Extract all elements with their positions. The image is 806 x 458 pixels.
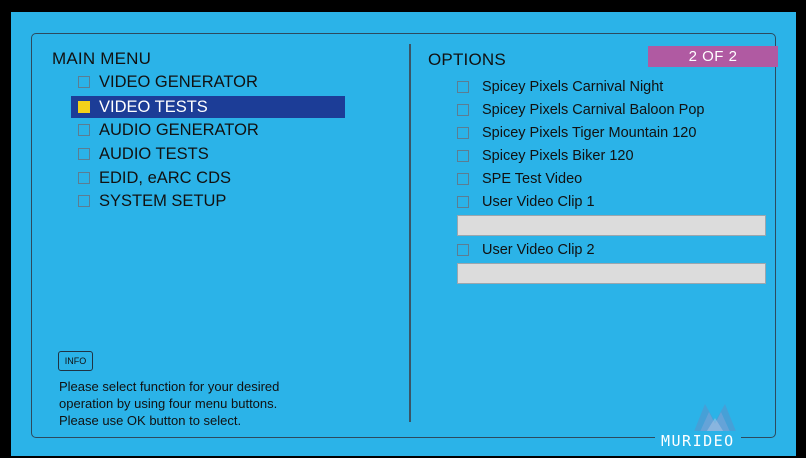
- menu-item-label: VIDEO TESTS: [99, 97, 208, 116]
- checkbox-icon: [457, 81, 469, 93]
- checkbox-icon: [78, 124, 90, 136]
- checkbox-icon: [457, 127, 469, 139]
- option-user-video-clip-1[interactable]: User Video Clip 1: [457, 192, 595, 212]
- option-user-video-clip-2[interactable]: User Video Clip 2: [457, 240, 595, 260]
- help-text-line: Please select function for your desired: [59, 379, 280, 394]
- user-video-clip-2-field[interactable]: [457, 263, 766, 284]
- info-button[interactable]: INFO: [58, 351, 93, 371]
- checkbox-icon: [457, 150, 469, 162]
- help-text-line: Please use OK button to select.: [59, 413, 242, 428]
- option-label: Spicey Pixels Carnival Night: [482, 79, 664, 95]
- menu-item-label: VIDEO GENERATOR: [99, 72, 258, 91]
- page-indicator-badge: 2 OF 2: [648, 46, 778, 67]
- options-title: OPTIONS: [428, 50, 506, 69]
- murideo-logo-icon: [693, 404, 737, 434]
- option-label: User Video Clip 2: [482, 242, 595, 258]
- menu-item-video-tests[interactable]: VIDEO TESTS: [71, 96, 345, 118]
- checkbox-icon: [78, 148, 90, 160]
- main-menu-title: MAIN MENU: [52, 49, 152, 68]
- option-label: Spicey Pixels Tiger Mountain 120: [482, 125, 697, 141]
- checkbox-icon: [78, 172, 90, 184]
- checkbox-icon: [457, 244, 469, 256]
- option-tiger-mountain-120[interactable]: Spicey Pixels Tiger Mountain 120: [457, 123, 696, 143]
- menu-item-system-setup[interactable]: SYSTEM SETUP: [71, 190, 345, 212]
- menu-item-edid-earc-cds[interactable]: EDID, eARC CDS: [71, 167, 345, 189]
- menu-item-label: AUDIO TESTS: [99, 144, 209, 163]
- menu-item-label: EDID, eARC CDS: [99, 168, 232, 187]
- osd-screen: MAIN MENU VIDEO GENERATOR VIDEO TESTS AU…: [11, 12, 796, 456]
- column-divider: [409, 44, 411, 422]
- brand-name: MURIDEO: [655, 431, 741, 451]
- user-video-clip-1-field[interactable]: [457, 215, 766, 236]
- option-label: Spicey Pixels Biker 120: [482, 148, 634, 164]
- menu-item-video-generator[interactable]: VIDEO GENERATOR: [71, 71, 345, 93]
- menu-item-label: AUDIO GENERATOR: [99, 120, 259, 139]
- checkbox-icon: [78, 195, 90, 207]
- checkbox-icon: [78, 101, 90, 113]
- checkbox-icon: [78, 76, 90, 88]
- option-spe-test-video[interactable]: SPE Test Video: [457, 169, 582, 189]
- help-text-line: operation by using four menu buttons.: [59, 396, 278, 411]
- menu-item-audio-generator[interactable]: AUDIO GENERATOR: [71, 119, 345, 141]
- checkbox-icon: [457, 196, 469, 208]
- checkbox-icon: [457, 104, 469, 116]
- option-biker-120[interactable]: Spicey Pixels Biker 120: [457, 146, 634, 166]
- menu-item-audio-tests[interactable]: AUDIO TESTS: [71, 143, 345, 165]
- option-carnival-baloon-pop[interactable]: Spicey Pixels Carnival Baloon Pop: [457, 100, 704, 120]
- option-label: SPE Test Video: [482, 171, 583, 187]
- checkbox-icon: [457, 173, 469, 185]
- option-carnival-night[interactable]: Spicey Pixels Carnival Night: [457, 77, 663, 97]
- menu-item-label: SYSTEM SETUP: [99, 191, 227, 210]
- option-label: Spicey Pixels Carnival Baloon Pop: [482, 102, 705, 118]
- option-label: User Video Clip 1: [482, 194, 595, 210]
